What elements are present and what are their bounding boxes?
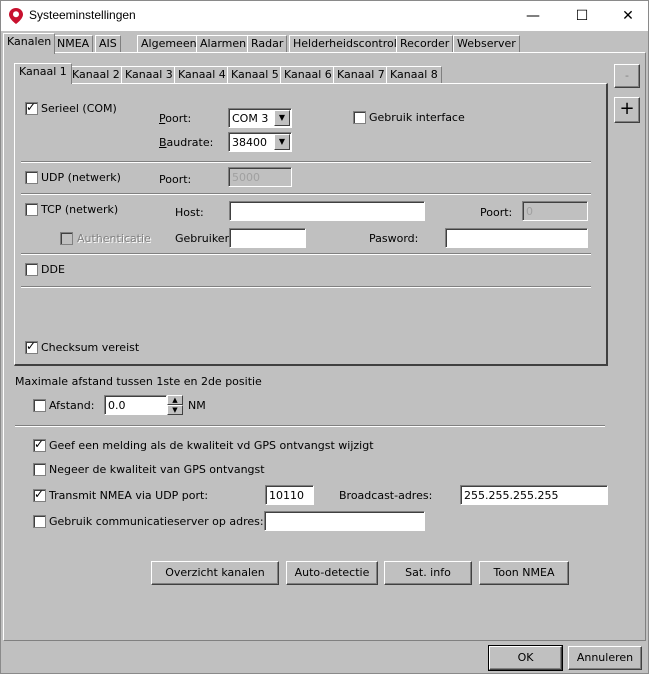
check-mark-icon: ✓ — [34, 437, 45, 451]
dde-label: DDE — [41, 263, 65, 276]
distance-input[interactable]: 0.0 — [104, 395, 167, 415]
tab-kanaal-4[interactable]: Kanaal 4 — [174, 66, 230, 84]
tcp-port-label: Poort: — [480, 206, 513, 219]
auto-detect-button[interactable]: Auto-detectie — [286, 561, 378, 585]
dropdown-arrow-icon[interactable]: ▼ — [274, 134, 290, 150]
serial-port-value: COM 3 — [232, 112, 269, 125]
tcp-label: TCP (netwerk) — [41, 203, 119, 216]
title-bar: Systeeminstellingen — ☐ ✕ — [1, 1, 648, 31]
tcp-password-label: Pasword: — [369, 232, 419, 245]
separator — [21, 253, 591, 255]
ok-button[interactable]: OK — [488, 645, 563, 671]
gps-quality-notify-checkbox[interactable]: ✓ — [33, 437, 46, 452]
dropdown-arrow-icon[interactable]: ▼ — [274, 110, 290, 126]
udp-checkbox[interactable] — [25, 171, 38, 184]
use-interface-checkbox[interactable] — [353, 111, 366, 124]
tab-webserver[interactable]: Webserver — [453, 35, 520, 53]
tab-kanaal-8[interactable]: Kanaal 8 — [386, 66, 442, 84]
serial-port-label: Poort: — [159, 112, 192, 125]
serial-label: Serieel (COM) — [41, 102, 117, 115]
tcp-checkbox[interactable] — [25, 203, 38, 216]
baudrate-value: 38400 — [232, 136, 267, 149]
transmit-port-input[interactable]: 10110 — [265, 485, 314, 505]
show-nmea-button[interactable]: Toon NMEA — [479, 561, 569, 585]
udp-port-label: Poort: — [159, 173, 192, 186]
comm-server-label: Gebruik communicatieserver op adres: — [49, 515, 264, 528]
window-title: Systeeminstellingen — [29, 8, 136, 22]
baudrate-select[interactable]: 38400 ▼ — [228, 132, 292, 152]
tab-alarmen[interactable]: Alarmen — [196, 35, 251, 53]
distance-checkbox[interactable] — [33, 399, 46, 412]
kanaal-1-page — [14, 83, 608, 366]
ignore-gps-quality-label: Negeer de kwaliteit van GPS ontvangst — [49, 463, 265, 476]
broadcast-label: Broadcast-adres: — [339, 489, 433, 502]
tab-kanaal-3[interactable]: Kanaal 3 — [121, 66, 177, 84]
udp-label: UDP (netwerk) — [41, 171, 121, 184]
comm-server-input[interactable] — [264, 511, 425, 531]
tab-kanaal-6[interactable]: Kanaal 6 — [280, 66, 336, 84]
check-mark-icon: ✓ — [26, 100, 37, 114]
tab-kanaal-7[interactable]: Kanaal 7 — [333, 66, 389, 84]
use-interface-label: Gebruik interface — [369, 111, 465, 124]
transmit-nmea-label: Transmit NMEA via UDP port: — [49, 489, 209, 502]
tab-recorder[interactable]: Recorder — [396, 35, 454, 53]
spin-up-icon[interactable]: ▲ — [167, 395, 183, 405]
broadcast-input[interactable]: 255.255.255.255 — [460, 485, 608, 505]
separator — [15, 425, 605, 427]
tab-kanaal-5[interactable]: Kanaal 5 — [227, 66, 283, 84]
settings-window: Systeeminstellingen — ☐ ✕ Kanalen NMEA A… — [0, 0, 649, 674]
tab-helderheidscontrole[interactable]: Helderheidscontrole — [289, 35, 408, 53]
tcp-host-input[interactable] — [229, 201, 425, 221]
separator — [21, 161, 591, 163]
tcp-user-input[interactable] — [229, 228, 306, 248]
serial-port-select[interactable]: COM 3 ▼ — [228, 108, 292, 128]
tab-ais[interactable]: AIS — [95, 35, 121, 53]
check-mark-icon: ✓ — [26, 339, 37, 353]
dde-checkbox[interactable] — [25, 263, 38, 276]
tcp-port-input[interactable]: 0 — [522, 201, 588, 221]
overview-channels-button[interactable]: Overzicht kanalen — [151, 561, 279, 585]
comm-server-checkbox[interactable] — [33, 515, 46, 528]
distance-label: Afstand: — [49, 399, 95, 412]
distance-unit: NM — [188, 399, 206, 412]
spin-down-icon[interactable]: ▼ — [167, 405, 183, 415]
separator — [21, 193, 591, 195]
tab-kanaal-2[interactable]: Kanaal 2 — [68, 66, 124, 84]
udp-port-input[interactable]: 5000 — [228, 167, 292, 187]
authentication-checkbox[interactable] — [60, 232, 73, 245]
checksum-label: Checksum vereist — [41, 341, 140, 354]
tab-radar[interactable]: Radar — [247, 35, 288, 53]
app-location-pin-icon — [9, 8, 23, 24]
distance-heading: Maximale afstand tussen 1ste en 2de posi… — [15, 375, 262, 388]
tab-algemeen[interactable]: Algemeen — [137, 35, 201, 53]
add-channel-button[interactable]: + — [614, 97, 640, 123]
sat-info-button[interactable]: Sat. info — [384, 561, 472, 585]
ignore-gps-quality-checkbox[interactable] — [33, 463, 46, 476]
authentication-label: Authenticatie — [77, 232, 151, 245]
baudrate-label: Baudrate: — [159, 136, 214, 149]
tcp-password-input[interactable] — [445, 228, 588, 248]
tab-kanaal-1[interactable]: Kanaal 1 — [14, 63, 72, 84]
close-button[interactable]: ✕ — [605, 1, 649, 31]
check-mark-icon: ✓ — [34, 487, 45, 501]
minimize-button[interactable]: — — [510, 1, 556, 31]
cancel-button[interactable]: Annuleren — [568, 646, 642, 670]
remove-channel-button[interactable]: - — [614, 64, 640, 88]
distance-spinner[interactable]: ▲ ▼ — [167, 395, 183, 415]
transmit-nmea-checkbox[interactable]: ✓ — [33, 487, 46, 502]
checksum-checkbox[interactable]: ✓ — [25, 339, 38, 354]
maximize-button[interactable]: ☐ — [559, 1, 605, 31]
tab-kanalen[interactable]: Kanalen — [3, 33, 56, 54]
tab-nmea[interactable]: NMEA — [53, 35, 94, 53]
tcp-user-label: Gebruiker: — [175, 232, 233, 245]
separator — [21, 286, 591, 288]
serial-checkbox[interactable]: ✓ — [25, 100, 38, 115]
gps-quality-notify-label: Geef een melding als de kwaliteit vd GPS… — [49, 439, 374, 452]
tcp-host-label: Host: — [175, 206, 204, 219]
